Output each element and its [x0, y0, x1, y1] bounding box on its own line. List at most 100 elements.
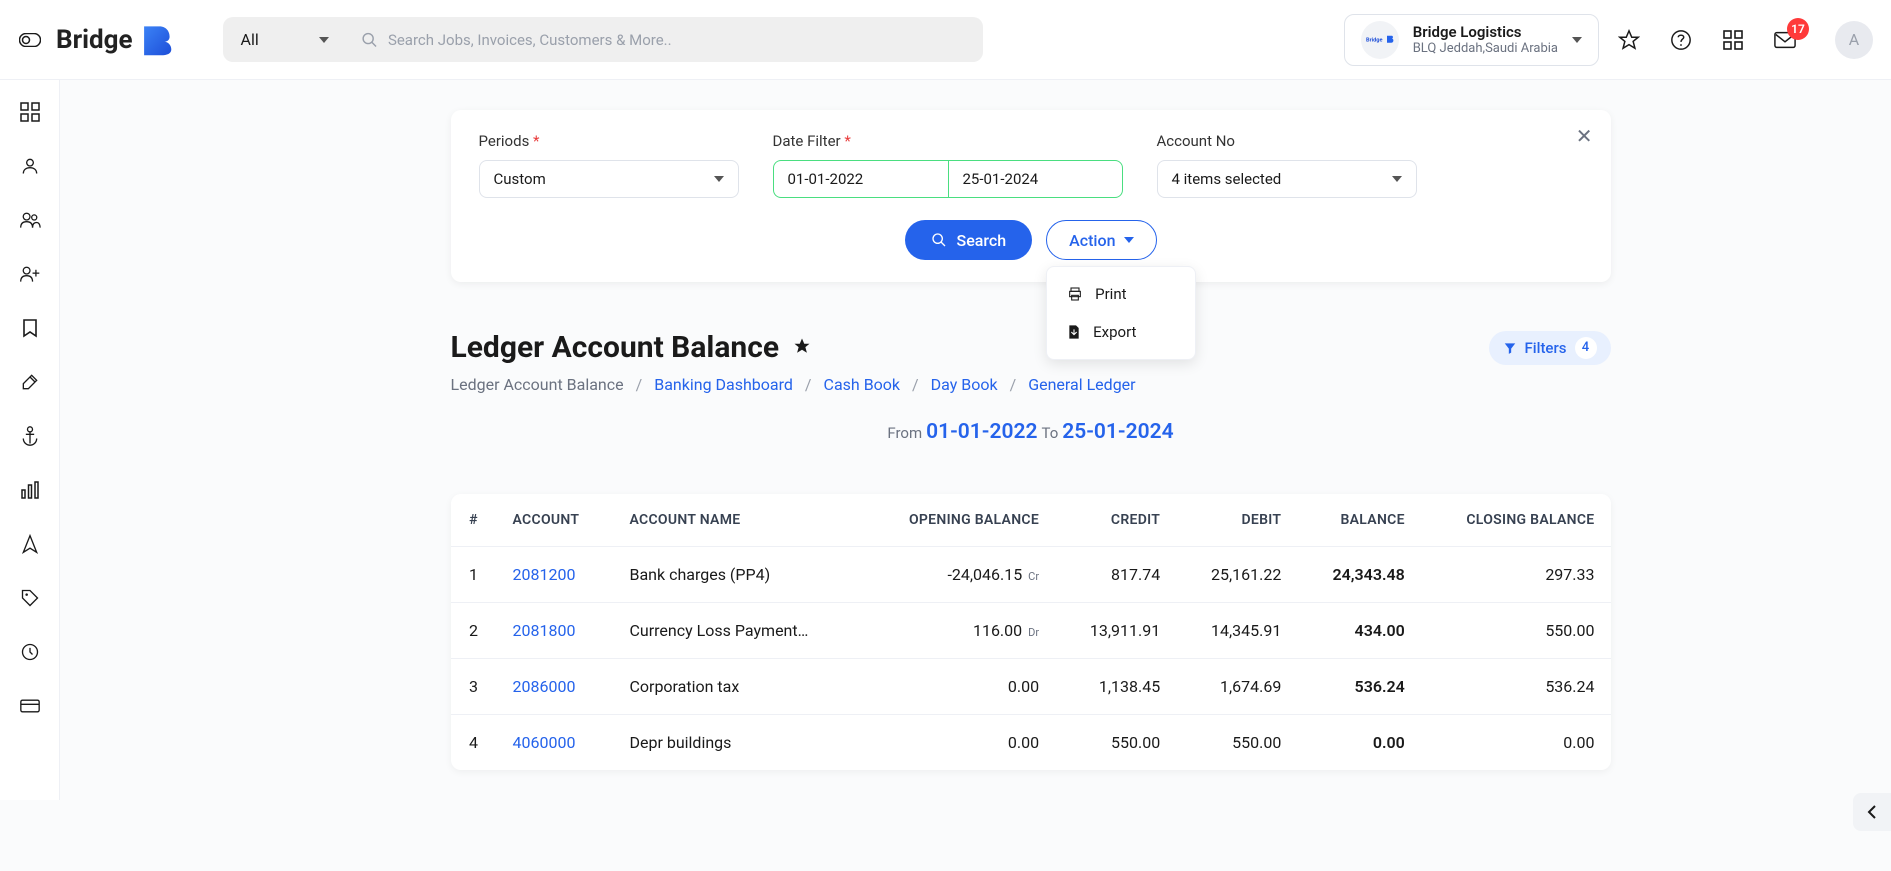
col-name: ACCOUNT NAME [613, 494, 863, 547]
analytics-icon[interactable] [18, 478, 42, 502]
cell-opening: 116.00 Dr [863, 603, 1055, 659]
cell-balance: 434.00 [1297, 603, 1420, 659]
cell-balance: 536.24 [1297, 659, 1420, 715]
crumb-general-ledger[interactable]: General Ledger [1028, 375, 1135, 394]
page-title: Ledger Account Balance [451, 330, 780, 365]
print-icon [1067, 286, 1083, 302]
profile-letter: A [1849, 30, 1859, 49]
cell-idx: 2 [451, 603, 497, 659]
dashboard-icon[interactable] [18, 100, 42, 124]
topbar: Bridge All Bridge Bridge Logistics BLQ J… [0, 0, 1891, 80]
org-selector[interactable]: Bridge Bridge Logistics BLQ Jeddah,Saudi… [1344, 14, 1599, 66]
main-content: ✕ Periods * Custom Date Filter * 01-01-2… [60, 80, 1891, 800]
export-icon [1067, 324, 1081, 340]
date-filter-label: Date Filter * [773, 132, 1123, 150]
cell-closing: 0.00 [1421, 715, 1611, 771]
user-icon[interactable] [18, 154, 42, 178]
col-debit: DEBIT [1176, 494, 1297, 547]
action-print[interactable]: Print [1047, 275, 1195, 313]
periods-value: Custom [494, 170, 546, 188]
col-account: ACCOUNT [497, 494, 614, 547]
help-icon[interactable] [1669, 28, 1693, 52]
sidebar [0, 80, 60, 800]
periods-select[interactable]: Custom [479, 160, 739, 198]
action-button[interactable]: Action [1046, 220, 1156, 260]
mail-icon[interactable]: 17 [1773, 28, 1797, 52]
cell-opening: 0.00 [863, 715, 1055, 771]
right-panel-toggle[interactable] [1853, 793, 1891, 831]
range-to: 25-01-2024 [1062, 420, 1173, 444]
card-icon[interactable] [18, 694, 42, 718]
col-credit: CREDIT [1055, 494, 1176, 547]
col-idx: # [451, 494, 497, 547]
org-name: Bridge Logistics [1413, 23, 1558, 41]
apps-icon[interactable] [1721, 28, 1745, 52]
search-bar: All [223, 17, 983, 62]
star-icon[interactable] [1617, 28, 1641, 52]
periods-label: Periods * [479, 132, 739, 150]
tag-icon[interactable] [18, 586, 42, 610]
navigation-icon[interactable] [18, 532, 42, 556]
anchor-icon[interactable] [18, 424, 42, 448]
edit-icon[interactable] [18, 370, 42, 394]
col-closing: CLOSING BALANCE [1421, 494, 1611, 547]
cell-closing: 536.24 [1421, 659, 1611, 715]
account-link[interactable]: 4060000 [513, 733, 576, 752]
cell-debit: 550.00 [1176, 715, 1297, 771]
chevron-down-icon [319, 37, 329, 43]
table-row: 2 2081800 Currency Loss Payment…116.00 Dr1… [451, 603, 1611, 659]
cell-opening: 0.00 [863, 659, 1055, 715]
account-no-label: Account No [1157, 132, 1417, 150]
profile-avatar[interactable]: A [1835, 21, 1873, 59]
cell-account: 2086000 [497, 659, 614, 715]
search-icon [361, 31, 378, 49]
sidebar-toggle-icon[interactable] [18, 28, 42, 52]
cell-name: Depr buildings [613, 715, 863, 771]
crumb-cash-book[interactable]: Cash Book [824, 375, 900, 394]
cell-balance: 24,343.48 [1297, 547, 1420, 603]
bookmark-icon[interactable] [18, 316, 42, 340]
cell-credit: 817.74 [1055, 547, 1176, 603]
cell-name: Currency Loss Payment… [613, 603, 863, 659]
search-icon [931, 232, 947, 248]
logo-mark-icon [139, 23, 173, 57]
crumb-banking-dashboard[interactable]: Banking Dashboard [654, 375, 793, 394]
cell-credit: 13,911.91 [1055, 603, 1176, 659]
users-icon[interactable] [18, 208, 42, 232]
table-row: 32086000Corporation tax0.001,138.451,674… [451, 659, 1611, 715]
account-value: 4 items selected [1172, 170, 1282, 188]
filter-icon [1503, 341, 1517, 355]
ledger-table: # ACCOUNT ACCOUNT NAME OPENING BALANCE C… [451, 494, 1611, 770]
account-link[interactable]: 2081200 [513, 565, 576, 584]
logo[interactable]: Bridge [56, 23, 173, 57]
cell-account: 4060000 [497, 715, 614, 771]
chevron-left-icon [1866, 805, 1878, 819]
crumb-day-book[interactable]: Day Book [931, 375, 998, 394]
notif-badge: 17 [1787, 18, 1809, 40]
col-balance: BALANCE [1297, 494, 1420, 547]
date-to-input[interactable]: 25-01-2024 [948, 160, 1123, 198]
add-user-icon[interactable] [18, 262, 42, 286]
table-row: 44060000Depr buildings0.00550.00550.000.… [451, 715, 1611, 771]
close-icon[interactable]: ✕ [1576, 124, 1593, 148]
account-link[interactable]: 2086000 [513, 677, 576, 696]
cell-idx: 1 [451, 547, 497, 603]
cell-name: Bank charges (PP4) [613, 547, 863, 603]
chevron-down-icon [714, 176, 724, 182]
filters-count: 4 [1575, 337, 1597, 359]
search-input[interactable] [388, 31, 969, 49]
date-from-input[interactable]: 01-01-2022 [773, 160, 948, 198]
search-type-dropdown[interactable]: All [223, 30, 347, 49]
search-button[interactable]: Search [905, 220, 1033, 260]
table-row: 12081200Bank charges (PP4)-24,046.15 Cr8… [451, 547, 1611, 603]
filter-card: ✕ Periods * Custom Date Filter * 01-01-2… [451, 110, 1611, 282]
clock-icon[interactable] [18, 640, 42, 664]
favorite-star-icon[interactable] [793, 337, 811, 359]
account-link[interactable]: 2081800 [513, 621, 576, 640]
action-export[interactable]: Export [1047, 313, 1195, 351]
cell-credit: 1,138.45 [1055, 659, 1176, 715]
filters-chip[interactable]: Filters 4 [1489, 331, 1611, 365]
breadcrumbs: Ledger Account Balance / Banking Dashboa… [451, 375, 1611, 394]
account-select[interactable]: 4 items selected [1157, 160, 1417, 198]
cell-account: 2081800 [497, 603, 614, 659]
